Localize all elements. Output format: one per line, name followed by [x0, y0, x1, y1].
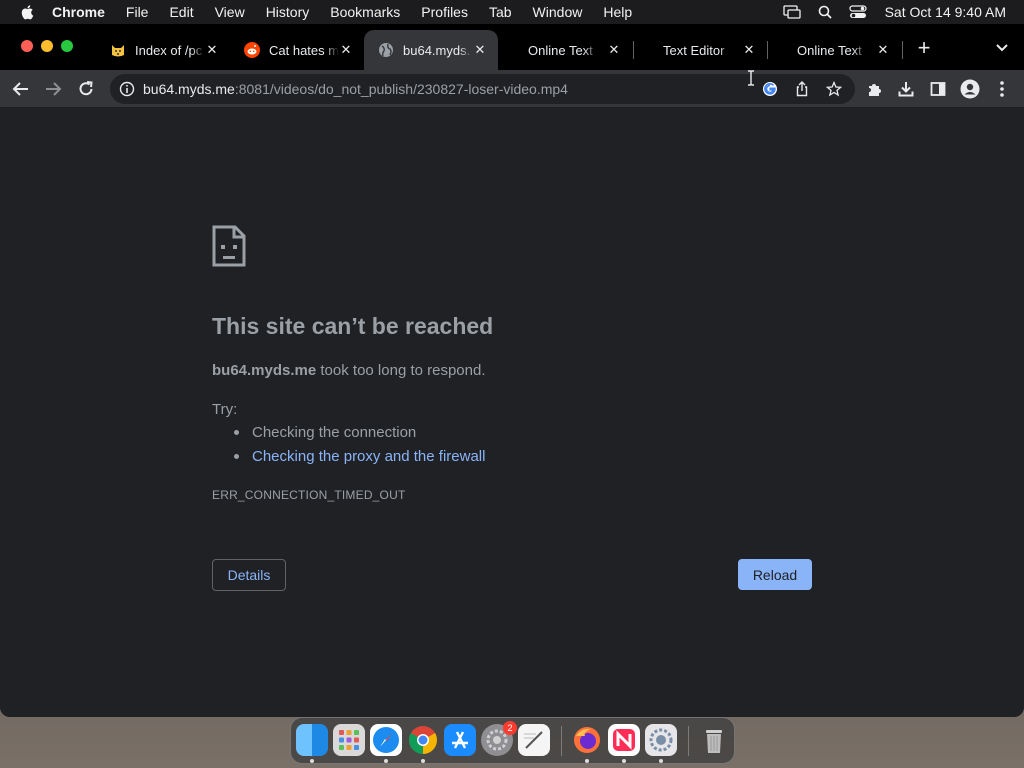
tab-online-text-1[interactable]: Online Text ✕: [498, 30, 632, 70]
running-indicator: [659, 759, 663, 763]
downloads-icon[interactable]: [896, 79, 916, 99]
system-preferences-icon[interactable]: [645, 724, 677, 756]
bookmark-star-icon[interactable]: [824, 79, 844, 99]
chrome-menu-kebab-icon[interactable]: [992, 79, 1012, 99]
back-arrow-icon[interactable]: [11, 79, 31, 99]
running-indicator: [421, 759, 425, 763]
menu-profiles[interactable]: Profiles: [421, 4, 468, 20]
tab-title: Online Text: [797, 42, 862, 58]
share-icon[interactable]: [792, 79, 812, 99]
new-tab-button[interactable]: +: [914, 37, 934, 59]
suggestions-list: Checking the connection Checking the pro…: [234, 424, 485, 472]
dock-separator: [561, 726, 562, 756]
running-indicator: [585, 759, 589, 763]
notification-badge: 2: [503, 721, 517, 735]
side-panel-icon[interactable]: [928, 79, 948, 99]
firefox-icon[interactable]: [571, 724, 603, 756]
globe-icon: [378, 42, 394, 58]
error-description: bu64.myds.me took too long to respond.: [212, 362, 486, 379]
running-indicator: [384, 759, 388, 763]
menu-bar-status-area: Sat Oct 14 9:40 AM: [768, 0, 1006, 24]
error-host: bu64.myds.me: [212, 362, 317, 379]
control-center-icon[interactable]: [848, 5, 867, 19]
error-page: This site can’t be reached bu64.myds.me …: [0, 109, 1024, 717]
menu-window[interactable]: Window: [533, 4, 583, 20]
error-title: This site can’t be reached: [212, 313, 494, 339]
menu-tab[interactable]: Tab: [489, 4, 512, 20]
chrome-window: Index of /pc ✕ Cat hates m ✕ bu64.myds. …: [0, 24, 1024, 717]
menu-bar: Chrome File Edit View History Bookmarks …: [0, 0, 1024, 24]
launchpad-icon[interactable]: [333, 724, 365, 756]
try-label: Try:: [212, 401, 238, 418]
menu-app-name[interactable]: Chrome: [52, 4, 105, 20]
system-settings-icon[interactable]: 2: [481, 721, 517, 756]
chrome-icon[interactable]: [407, 724, 439, 756]
url-path: :8081/videos/do_not_publish/230827-loser…: [234, 81, 568, 97]
running-indicator: [310, 759, 314, 763]
menu-bar-clock[interactable]: Sat Oct 14 9:40 AM: [885, 4, 1006, 20]
app-store-icon[interactable]: [444, 724, 476, 756]
sad-page-icon: [212, 225, 246, 267]
close-tab-icon[interactable]: ✕: [741, 42, 757, 58]
menu-bookmarks[interactable]: Bookmarks: [330, 4, 400, 20]
error-message: took too long to respond.: [316, 362, 486, 379]
tab-title: Text Editor: [663, 42, 725, 58]
menu-view[interactable]: View: [215, 4, 245, 20]
tab-text-editor[interactable]: Text Editor ✕: [633, 30, 767, 70]
finder-icon[interactable]: [296, 724, 328, 756]
site-info-icon[interactable]: [119, 81, 135, 97]
tab-title: Index of /pc: [135, 42, 203, 58]
menu-help[interactable]: Help: [603, 4, 632, 20]
close-tab-icon[interactable]: ✕: [204, 42, 220, 58]
close-window-button[interactable]: [21, 40, 33, 52]
tab-bu64-active[interactable]: bu64.myds. ✕: [364, 30, 498, 70]
apple-icon[interactable]: [20, 4, 34, 20]
browser-toolbar: bu64.myds.me:8081/videos/do_not_publish/…: [0, 70, 1024, 108]
profile-avatar-icon[interactable]: [960, 79, 980, 99]
google-lens-icon[interactable]: [760, 79, 780, 99]
running-indicator: [622, 759, 626, 763]
safari-icon[interactable]: [370, 724, 402, 756]
url-host: bu64.myds.me: [143, 81, 235, 97]
address-bar[interactable]: bu64.myds.me:8081/videos/do_not_publish/…: [110, 74, 855, 104]
check-proxy-firewall-link[interactable]: Checking the proxy and the firewall: [252, 448, 485, 465]
suggestion-check-connection: Checking the connection: [234, 424, 485, 448]
tab-strip: Index of /pc ✕ Cat hates m ✕ bu64.myds. …: [0, 24, 1024, 70]
screen-mirroring-icon[interactable]: [782, 5, 801, 19]
tab-title: bu64.myds.: [403, 42, 471, 58]
tab-separator: [902, 41, 903, 59]
tab-title: Online Text: [528, 42, 593, 58]
extensions-puzzle-icon[interactable]: [864, 79, 884, 99]
zoom-window-button[interactable]: [61, 40, 73, 52]
reddit-icon: [244, 42, 260, 58]
trash-icon[interactable]: [698, 724, 730, 756]
close-tab-icon[interactable]: ✕: [875, 42, 891, 58]
tab-cat-hates[interactable]: Cat hates m ✕: [230, 30, 364, 70]
reload-icon[interactable]: [76, 79, 96, 99]
dock-separator: [688, 726, 689, 756]
close-tab-icon[interactable]: ✕: [606, 42, 622, 58]
menu-file[interactable]: File: [126, 4, 149, 20]
tab-online-text-2[interactable]: Online Text ✕: [767, 30, 901, 70]
minimize-window-button[interactable]: [41, 40, 53, 52]
close-tab-icon[interactable]: ✕: [472, 42, 488, 58]
text-cursor-icon: [748, 70, 754, 86]
error-code: ERR_CONNECTION_TIMED_OUT: [212, 488, 406, 502]
close-tab-icon[interactable]: ✕: [338, 42, 354, 58]
menu-edit[interactable]: Edit: [169, 4, 193, 20]
tab-search-chevron-icon[interactable]: [994, 40, 1010, 56]
macos-dock: 2: [290, 717, 735, 764]
menu-history[interactable]: History: [266, 4, 310, 20]
tab-index-of[interactable]: Index of /pc ✕: [96, 30, 230, 70]
suggestion-check-proxy-item: Checking the proxy and the firewall: [234, 448, 485, 472]
reload-button[interactable]: Reload: [738, 559, 812, 590]
tab-title: Cat hates m: [269, 42, 339, 58]
textedit-icon[interactable]: [518, 724, 550, 756]
forward-arrow-icon[interactable]: [43, 79, 63, 99]
cat-emoji-icon: [110, 42, 126, 58]
details-button[interactable]: Details: [212, 559, 286, 591]
spotlight-search-icon[interactable]: [816, 5, 834, 19]
news-icon[interactable]: [608, 724, 640, 756]
